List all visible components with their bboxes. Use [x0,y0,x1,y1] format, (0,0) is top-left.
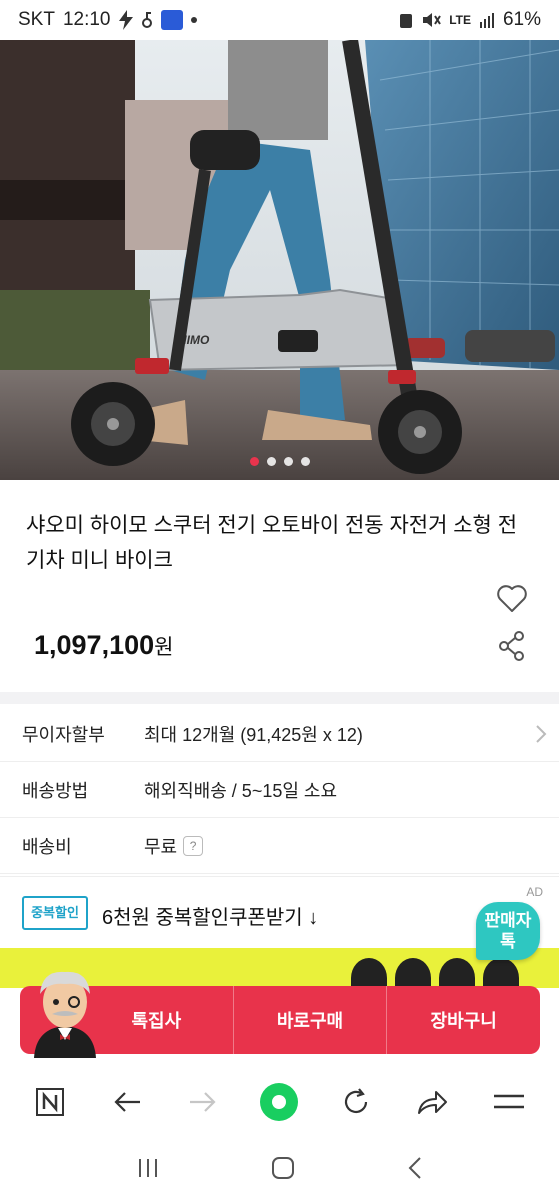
mute-icon [423,13,442,27]
notification-icon [141,12,152,28]
product-image-carousel[interactable]: HIMO [0,40,559,480]
shipping-fee-value: 무료 [144,836,178,857]
status-right: LTE 61% [399,9,541,31]
shipping-fee-label: 배송비 [22,836,72,857]
menu-icon[interactable] [489,1082,529,1122]
product-price: 1,097,100원 [34,630,173,661]
carousel-dot[interactable] [266,457,276,466]
shipping-fee-value-wrap: 무료 ? [144,833,204,859]
share-forward-icon[interactable] [412,1082,452,1122]
heart-icon[interactable] [496,583,528,613]
carousel-dot[interactable] [249,457,259,466]
section-divider [0,692,559,704]
status-left: SKT 12:10 [18,9,197,31]
coupon-text: 6천원 중복할인쿠폰받기 ↓ [102,907,319,929]
alarm-icon [400,14,413,28]
cart-button[interactable]: 장바구니 [387,986,540,1054]
more-notifications-icon [190,17,197,23]
butler-mascot-icon [34,971,96,1058]
system-back-icon[interactable] [407,1156,423,1185]
system-home-icon[interactable] [271,1156,295,1185]
shipping-method-label: 배송방법 [22,780,89,801]
carousel-dot[interactable] [300,457,310,466]
clock: 12:10 [62,9,111,30]
ad-label: AD [526,885,543,899]
carrier-label: SKT [18,9,55,30]
back-icon[interactable] [107,1082,147,1122]
promo-people-image [351,958,519,988]
network-label: LTE [449,13,471,27]
recent-apps-icon[interactable] [136,1158,160,1183]
shipping-fee-row: 배송비 무료 ? [0,818,559,874]
refresh-icon[interactable] [336,1082,376,1122]
shipping-method-value: 해외직배송 / 5~15일 소요 [144,780,338,801]
help-icon[interactable]: ? [183,835,204,856]
carousel-dot[interactable] [283,457,293,466]
chevron-right-icon [536,725,547,743]
status-bar: SKT 12:10 LTE 61% [0,0,559,40]
product-photo: HIMO [0,40,559,480]
price-currency: 원 [154,636,174,659]
carousel-indicator [0,457,559,466]
naver-icon[interactable] [30,1082,70,1122]
buy-now-button[interactable]: 바로구매 [234,986,388,1054]
app-notification-icon [160,10,183,30]
coupon-badge: 중복할인 [22,896,88,930]
seller-chat-button[interactable]: 판매자 톡 [476,902,540,960]
share-icon[interactable] [498,630,526,662]
shipping-method-row: 배송방법 해외직배송 / 5~15일 소요 [0,762,559,818]
installment-value: 최대 12개월 (91,425원 x 12) [144,724,363,745]
forward-icon[interactable] [183,1082,223,1122]
price-amount: 1,097,100 [34,630,155,660]
bolt-icon [118,10,133,30]
battery-label: 61% [502,9,541,30]
installment-label: 무이자할부 [22,724,105,745]
installment-row[interactable]: 무이자할부 최대 12개월 (91,425원 x 12) [0,706,559,762]
signal-icon [479,13,494,28]
home-icon[interactable] [259,1082,299,1122]
browser-toolbar [0,1072,559,1132]
system-navigation-bar [0,1140,559,1200]
product-title: 샤오미 하이모 스쿠터 전기 오토바이 전동 자전거 소형 전기차 미니 바이크 [26,514,518,572]
